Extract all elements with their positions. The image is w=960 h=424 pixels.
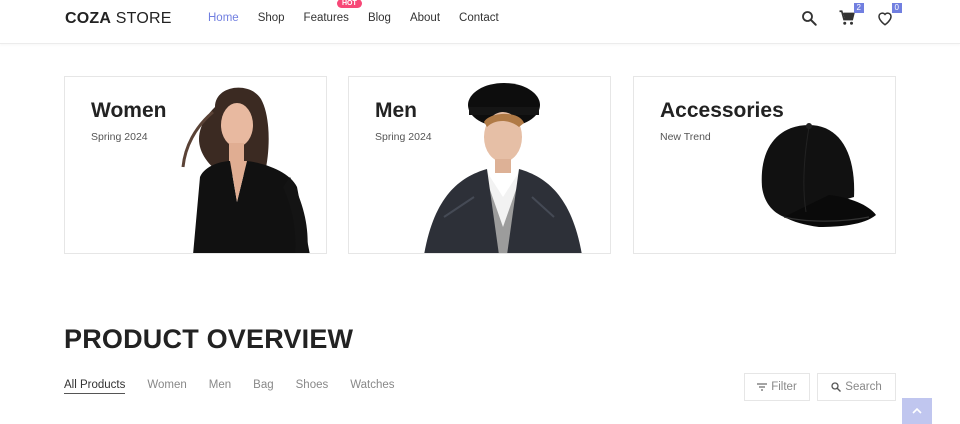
nav-blog[interactable]: Blog xyxy=(368,12,391,24)
cart-icon[interactable]: 2 xyxy=(838,3,864,27)
banner-men[interactable]: Men Spring 2024 xyxy=(348,76,611,254)
cart-count-badge: 2 xyxy=(853,3,864,13)
logo-bold: COZA xyxy=(65,10,112,27)
filter-button-label: Filter xyxy=(771,381,797,393)
heart-icon[interactable]: 0 xyxy=(876,3,902,27)
filter-men[interactable]: Men xyxy=(209,379,231,394)
banner-subtitle: New Trend xyxy=(660,131,711,143)
filter-all-products[interactable]: All Products xyxy=(64,379,126,394)
filter-watches[interactable]: Watches xyxy=(350,379,394,394)
search-icon xyxy=(831,382,842,392)
nav-contact[interactable]: Contact xyxy=(459,12,499,24)
nav-features[interactable]: Features xyxy=(304,12,349,24)
search-button-label: Search xyxy=(845,381,882,393)
filter-icon xyxy=(757,383,768,391)
search-icon[interactable] xyxy=(800,9,818,27)
section-title: PRODUCT OVERVIEW xyxy=(64,324,354,354)
logo[interactable]: COZA STORE xyxy=(65,10,172,28)
header: COZA STORE Home Shop Features Blog About… xyxy=(0,0,960,44)
back-to-top-button[interactable] xyxy=(902,398,932,424)
banner-accessories[interactable]: Accessories New Trend xyxy=(633,76,896,254)
filter-button[interactable]: Filter xyxy=(744,373,810,401)
nav-about[interactable]: About xyxy=(410,12,440,24)
search-button[interactable]: Search xyxy=(817,373,896,401)
banner-title: Women xyxy=(91,99,167,122)
header-icons: 2 0 xyxy=(800,3,902,27)
logo-light: STORE xyxy=(115,10,172,27)
wishlist-count-badge: 0 xyxy=(891,3,902,13)
nav-home[interactable]: Home xyxy=(208,12,239,24)
filter-shoes[interactable]: Shoes xyxy=(296,379,329,394)
hot-badge: HOT xyxy=(337,0,362,8)
banner-subtitle: Spring 2024 xyxy=(375,131,432,143)
banner-subtitle: Spring 2024 xyxy=(91,131,148,143)
banner-title: Men xyxy=(375,99,417,122)
category-filters: All Products Women Men Bag Shoes Watches xyxy=(64,379,417,394)
main-nav: Home Shop Features Blog About Contact xyxy=(208,12,518,24)
nav-shop[interactable]: Shop xyxy=(258,12,285,24)
banner-women[interactable]: Women Spring 2024 xyxy=(64,76,327,254)
filter-bag[interactable]: Bag xyxy=(253,379,273,394)
filter-women[interactable]: Women xyxy=(147,379,186,394)
banner-title: Accessories xyxy=(660,99,784,122)
arrow-up-icon xyxy=(912,407,922,414)
